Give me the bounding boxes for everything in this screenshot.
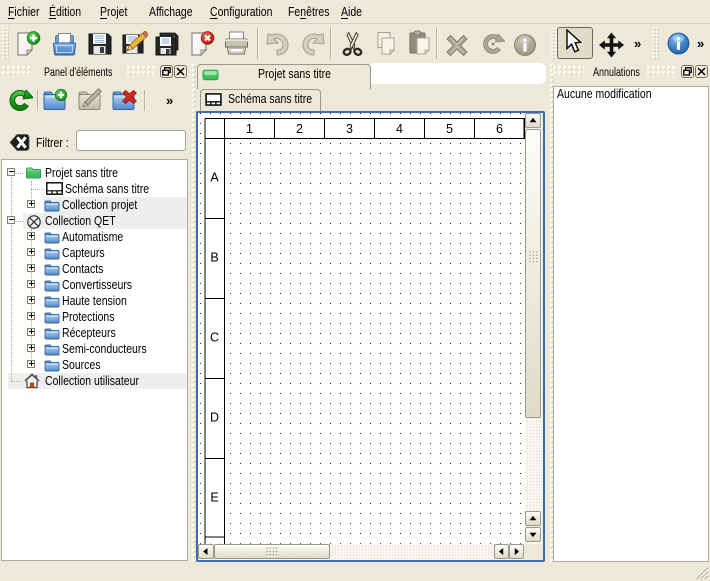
svg-text:6: 6 <box>496 122 503 136</box>
svg-text:1: 1 <box>246 122 253 136</box>
svg-text:5: 5 <box>446 122 453 136</box>
svg-text:2: 2 <box>296 122 303 136</box>
svg-text:4: 4 <box>396 122 403 136</box>
svg-text:B: B <box>210 250 218 264</box>
svg-text:D: D <box>209 410 218 424</box>
svg-text:3: 3 <box>346 122 353 136</box>
svg-text:A: A <box>210 170 219 184</box>
svg-text:E: E <box>210 490 218 504</box>
svg-text:C: C <box>209 330 218 344</box>
